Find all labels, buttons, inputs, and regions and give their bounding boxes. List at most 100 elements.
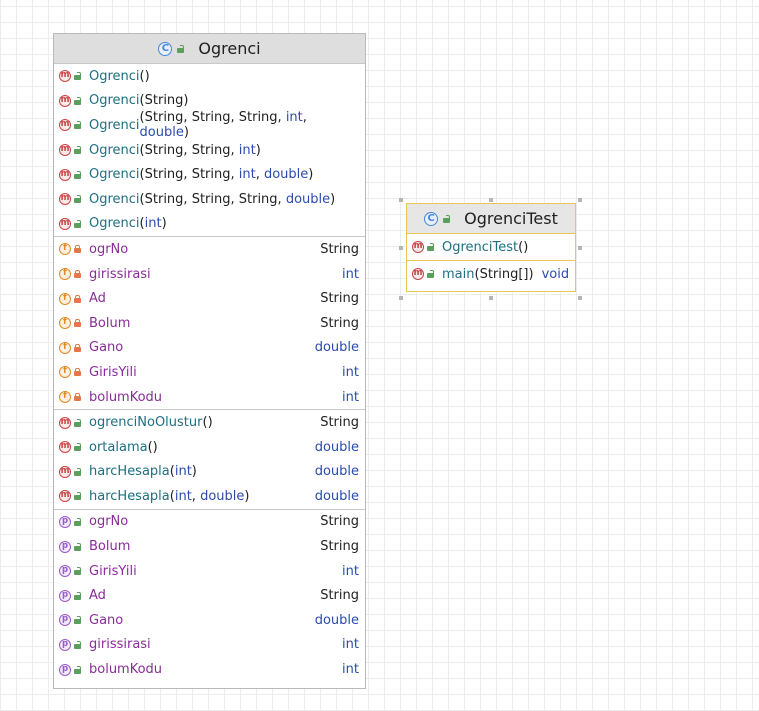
public-visibility-icon bbox=[74, 517, 81, 526]
property-icon: p bbox=[59, 540, 71, 553]
member-name: main bbox=[442, 266, 475, 282]
param-type: String bbox=[144, 167, 184, 183]
method-icon: m bbox=[59, 490, 71, 503]
method-icon: m bbox=[59, 441, 71, 454]
resize-handle[interactable] bbox=[578, 296, 582, 300]
field-icon: f bbox=[59, 317, 71, 330]
constructor-row[interactable]: m Ogrenci (String, String, String, double) bbox=[54, 187, 365, 212]
member-type: double bbox=[314, 612, 359, 628]
property-icon: p bbox=[59, 589, 71, 602]
property-row[interactable]: p Bolum String bbox=[54, 534, 365, 559]
field-row[interactable]: f Gano double bbox=[54, 336, 365, 361]
resize-handle[interactable] bbox=[489, 198, 493, 202]
member-name: Ogrenci bbox=[89, 68, 140, 84]
member-signature: (String, String, int) bbox=[139, 142, 261, 158]
class-header[interactable]: C Ogrenci bbox=[54, 34, 365, 64]
constructor-row[interactable]: m Ogrenci (String) bbox=[54, 89, 365, 114]
resize-handle[interactable] bbox=[399, 296, 403, 300]
resize-handle[interactable] bbox=[578, 198, 582, 202]
constructor-row[interactable]: m Ogrenci (String, String, String, int, do… bbox=[54, 110, 365, 141]
member-type: double bbox=[314, 488, 359, 504]
member-name: ogrNo bbox=[89, 514, 129, 530]
member-type: int bbox=[342, 389, 359, 405]
member-signature: (String, String, String, int, double) bbox=[139, 110, 307, 141]
constructor-row[interactable]: m Ogrenci (String, String, int) bbox=[54, 138, 365, 163]
field-row[interactable]: f Ad String bbox=[54, 286, 365, 311]
method-icon: m bbox=[59, 465, 71, 478]
class-header[interactable]: C OgrenciTest bbox=[407, 204, 575, 234]
member-type: int bbox=[342, 563, 359, 579]
property-row[interactable]: p ogrNo String bbox=[54, 510, 365, 535]
resize-handle[interactable] bbox=[399, 246, 403, 250]
method-row[interactable]: m ortalama() double bbox=[54, 435, 365, 460]
param-type: int bbox=[238, 142, 256, 158]
method-row[interactable]: m ogrenciNoOlustur() String bbox=[54, 410, 365, 435]
param-type: String bbox=[191, 142, 231, 158]
public-visibility-icon bbox=[74, 96, 81, 105]
member-name: bolumKodu bbox=[89, 389, 163, 405]
field-icon: f bbox=[59, 243, 71, 256]
param-type: double bbox=[263, 167, 309, 183]
field-row[interactable]: f ogrNo String bbox=[54, 237, 365, 262]
constructors-section: m OgrenciTest() bbox=[407, 234, 575, 261]
method-row[interactable]: m harcHesapla (int, double) double bbox=[54, 484, 365, 509]
public-visibility-icon bbox=[74, 443, 81, 452]
member-type: int bbox=[342, 662, 359, 678]
member-signature: (String[]) bbox=[474, 266, 534, 282]
member-name: Ogrenci bbox=[89, 93, 140, 109]
param-type: double bbox=[285, 191, 331, 207]
public-visibility-icon bbox=[74, 195, 81, 204]
property-icon: p bbox=[59, 638, 71, 651]
field-icon: f bbox=[59, 341, 71, 354]
private-visibility-icon bbox=[74, 245, 81, 254]
field-row[interactable]: f girissirasi int bbox=[54, 262, 365, 287]
member-type: String bbox=[320, 588, 359, 604]
method-row[interactable]: m harcHesapla (int) double bbox=[54, 460, 365, 485]
resize-handle[interactable] bbox=[399, 198, 403, 202]
class-ogrenci[interactable]: C Ogrenci m Ogrenci() m Ogrenci (String) m Ogr… bbox=[53, 33, 366, 689]
member-type: double bbox=[314, 340, 359, 356]
field-icon: f bbox=[59, 292, 71, 305]
public-visibility-icon bbox=[74, 640, 81, 649]
member-name: ogrNo bbox=[89, 241, 129, 257]
public-visibility-icon bbox=[74, 467, 81, 476]
resize-handle[interactable] bbox=[578, 246, 582, 250]
public-visibility-icon bbox=[443, 214, 451, 223]
member-name: Ogrenci bbox=[89, 191, 140, 207]
param-type: int bbox=[174, 488, 192, 504]
method-icon: m bbox=[59, 217, 71, 230]
constructors-section: m Ogrenci() m Ogrenci (String) m Ogrenci (Strin… bbox=[54, 64, 365, 238]
field-row[interactable]: f bolumKodu int bbox=[54, 385, 365, 410]
member-name: Ogrenci bbox=[89, 167, 140, 183]
constructor-row[interactable]: m Ogrenci (int) bbox=[54, 212, 365, 237]
property-row[interactable]: p Gano double bbox=[54, 608, 365, 633]
param-type: String bbox=[144, 142, 184, 158]
class-ogrencitest[interactable]: C OgrenciTest m OgrenciTest() m main (Strin… bbox=[406, 203, 576, 292]
param-type: String[] bbox=[479, 266, 529, 282]
property-row[interactable]: p Ad String bbox=[54, 583, 365, 608]
resize-handle[interactable] bbox=[489, 296, 493, 300]
method-icon: m bbox=[412, 268, 424, 280]
property-row[interactable]: p bolumKodu int bbox=[54, 657, 365, 682]
field-row[interactable]: f Bolum String bbox=[54, 311, 365, 336]
member-type: double bbox=[314, 464, 359, 480]
constructor-row[interactable]: m OgrenciTest() bbox=[407, 234, 575, 260]
property-icon: p bbox=[59, 515, 71, 528]
property-row[interactable]: p GirisYili int bbox=[54, 559, 365, 584]
method-row[interactable]: m main (String[]) void bbox=[407, 261, 575, 287]
constructor-row[interactable]: m Ogrenci() bbox=[54, 64, 365, 89]
field-row[interactable]: f GirisYili int bbox=[54, 360, 365, 385]
public-visibility-icon bbox=[74, 121, 81, 130]
member-name: harcHesapla bbox=[89, 488, 170, 504]
method-icon: m bbox=[59, 168, 71, 181]
public-visibility-icon bbox=[74, 616, 81, 625]
member-name: Bolum bbox=[89, 315, 131, 331]
public-visibility-icon bbox=[74, 219, 81, 228]
constructor-row[interactable]: m Ogrenci (String, String, int, double) bbox=[54, 162, 365, 187]
member-signature: () bbox=[518, 239, 529, 255]
param-type: double bbox=[139, 125, 184, 141]
member-name: GirisYili bbox=[89, 563, 137, 579]
param-type: String bbox=[144, 110, 184, 126]
property-row[interactable]: p girissirasi int bbox=[54, 633, 365, 658]
public-visibility-icon bbox=[74, 72, 81, 81]
